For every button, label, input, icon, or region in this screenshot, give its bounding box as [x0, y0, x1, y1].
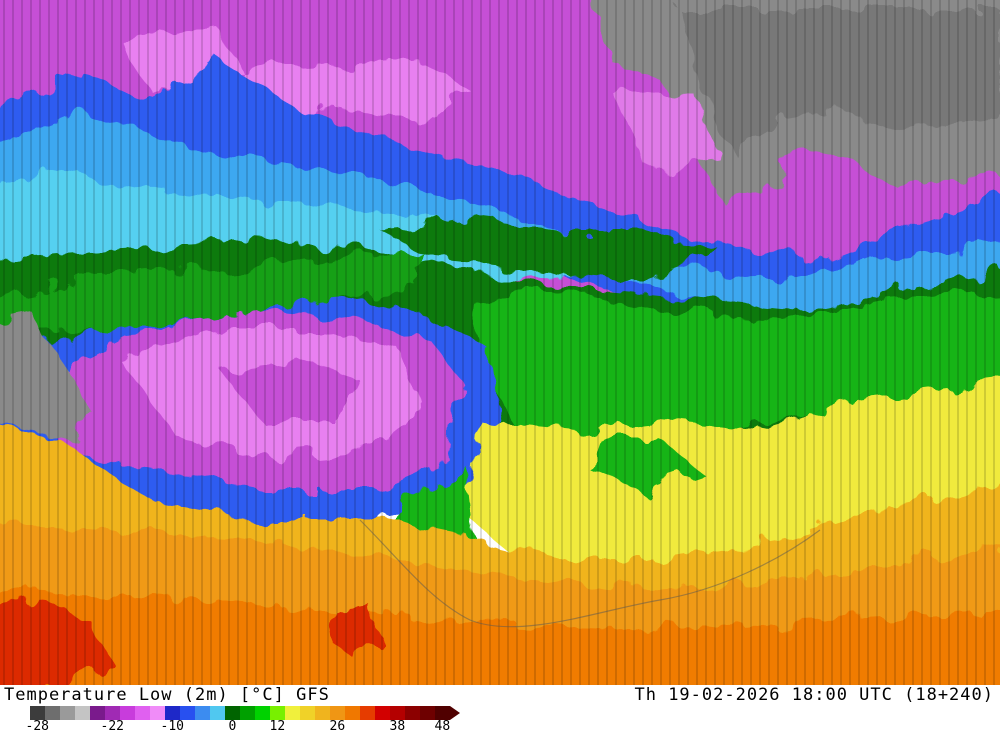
colorbar: [30, 706, 460, 720]
colorbar-segment: [30, 706, 45, 720]
colorbar-arrow: [450, 706, 460, 720]
colorbar-segment: [105, 706, 120, 720]
colorbar-tick-label: 38: [389, 719, 406, 734]
colorbar-segment: [45, 706, 60, 720]
colorbar-segment: [405, 706, 420, 720]
colorbar-segment: [120, 706, 135, 720]
colorbar-segment: [150, 706, 165, 720]
colorbar-tick-label: -28: [25, 719, 49, 734]
colorbar-segment: [210, 706, 225, 720]
colorbar-tick-label: -10: [160, 719, 184, 734]
colorbar-segment: [300, 706, 315, 720]
colorbar-tick-label: -22: [100, 719, 124, 734]
colorbar-segment: [390, 706, 405, 720]
temperature-map: [0, 0, 1000, 685]
colorbar-segment: [315, 706, 330, 720]
colorbar-segment: [90, 706, 105, 720]
colorbar-segment: [435, 706, 450, 720]
colorbar-tick-label: 26: [329, 719, 346, 734]
colorbar-segment: [225, 706, 240, 720]
colorbar-segment: [255, 706, 270, 720]
colorbar-segment: [195, 706, 210, 720]
colorbar-segment: [330, 706, 345, 720]
colorbar-segment: [75, 706, 90, 720]
colorbar-segment: [180, 706, 195, 720]
colorbar-segment: [345, 706, 360, 720]
colorbar-segment: [285, 706, 300, 720]
colorbar-segment: [375, 706, 390, 720]
colorbar-segment: [270, 706, 285, 720]
colorbar-segment: [165, 706, 180, 720]
map-canvas: [0, 0, 1000, 685]
map-title: Temperature Low (2m) [°C] GFS: [4, 685, 330, 705]
contour-label-texture: [0, 0, 1000, 685]
colorbar-tick-label: 0: [228, 719, 237, 734]
colorbar-segment: [135, 706, 150, 720]
colorbar-segment: [60, 706, 75, 720]
colorbar-tick-label: 12: [269, 719, 286, 734]
colorbar-segment: [360, 706, 375, 720]
colorbar-segment: [240, 706, 255, 720]
colorbar-segment: [420, 706, 435, 720]
colorbar-tick-label: 48: [434, 719, 451, 734]
valid-time: Th 19-02-2026 18:00 UTC (18+240): [634, 685, 994, 705]
